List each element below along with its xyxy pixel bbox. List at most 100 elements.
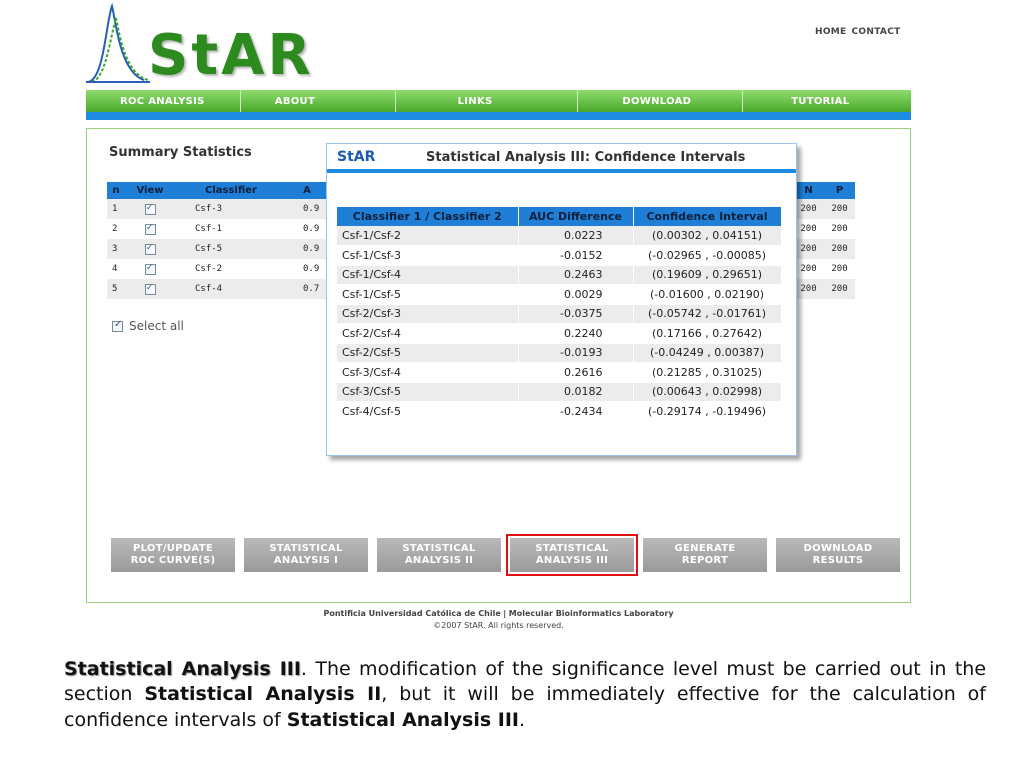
ci-interval: (0.19609 , 0.29651) [633,265,782,285]
ci-pair: Csf-1/Csf-5 [337,284,519,305]
contact-link[interactable]: CONTACT [852,27,901,37]
slide-caption: Statistical Analysis III. The modificati… [64,657,986,733]
ci-pair: Csf-1/Csf-4 [337,265,519,285]
select-all[interactable]: Select all [112,319,184,333]
ci-pair: Csf-2/Csf-4 [337,323,519,344]
home-link[interactable]: HOME [815,27,847,37]
popup-brand: StAR [337,149,376,165]
table-row: Csf-3/Csf-4 0.2616 (0.21285 , 0.31025) [337,362,782,383]
col-view: View [125,182,175,199]
row-P: 200 [831,224,848,234]
col-P: P [824,182,855,199]
ci-diff: -0.0375 [518,304,634,324]
nav-download[interactable]: DOWNLOAD [578,90,744,112]
nav-links[interactable]: LINKS [396,90,579,112]
ci-interval: (-0.01600 , 0.02190) [633,284,782,305]
ci-interval: (0.17166 , 0.27642) [633,323,782,344]
statistical-analysis-2-button[interactable]: STATISTICAL ANALYSIS II [377,538,501,572]
view-checkbox[interactable] [144,282,156,295]
nav-stripe [86,112,911,120]
summary-table: n View Classifier A 1 Csf-3 0.9 2 Csf-1 … [107,182,327,299]
table-row: 200 200 [793,199,855,219]
ci-interval: (0.00302 , 0.04151) [633,226,782,246]
nav-about[interactable]: ABOUT [241,90,396,112]
table-row: 200 200 [793,279,855,299]
row-P: 200 [831,264,848,274]
ci-interval: (0.21285 , 0.31025) [633,362,782,383]
row-n: 4 [112,264,118,274]
row-N: 200 [800,224,817,234]
row-N: 200 [800,264,817,274]
caption-title: Statistical Analysis III [64,658,301,680]
col-N: N [793,182,824,199]
ci-pair: Csf-2/Csf-3 [337,304,519,324]
row-N: 200 [793,199,824,219]
table-row: Csf-2/Csf-3 -0.0375 (-0.05742 , -0.01761) [337,304,782,324]
ci-pair: Csf-1/Csf-2 [337,226,519,246]
table-row: 200 200 [793,259,855,279]
table-row: Csf-4/Csf-5 -0.2434 (-0.29174 , -0.19496) [337,401,782,422]
row-n: 5 [107,279,125,299]
table-row: 4 Csf-2 0.9 [107,259,327,279]
view-checkbox[interactable] [144,242,156,255]
download-results-button[interactable]: DOWNLOAD RESULTS [776,538,900,572]
table-row: Csf-1/Csf-5 0.0029 (-0.01600 , 0.02190) [337,284,782,305]
table-row: 3 Csf-5 0.9 [107,239,327,259]
generate-report-button[interactable]: GENERATE REPORT [643,538,767,572]
summary-table-right: N P 200 200 200 200 200 200 200 200 200 200 [793,182,855,299]
ci-interval: (0.00643 , 0.02998) [633,382,782,402]
action-buttons: PLOT/UPDATE ROC CURVE(S) STATISTICAL ANA… [111,534,900,576]
table-row: Csf-1/Csf-2 0.0223 (0.00302 , 0.04151) [337,226,782,246]
confidence-interval-table: Classifier 1 / Classifier 2 AUC Differen… [337,207,782,422]
ci-pair: Csf-2/Csf-5 [337,343,519,363]
table-row: 200 200 [793,239,855,259]
popup-header: StAR Statistical Analysis III: Confidenc… [327,144,796,173]
statistical-analysis-3-button[interactable]: STATISTICAL ANALYSIS III [506,534,638,576]
caption-text-3: . [518,708,526,731]
plot-update-roc-button[interactable]: PLOT/UPDATE ROC CURVE(S) [111,538,235,572]
table-row: Csf-2/Csf-4 0.2240 (0.17166 , 0.27642) [337,323,782,344]
ci-diff: -0.2434 [518,401,634,422]
summary-title: Summary Statistics [109,145,252,160]
col-n: n [107,182,125,199]
footer-lab: Molecular Bioinformatics Laboratory [508,609,674,618]
view-checkbox[interactable] [144,262,156,275]
row-auc: 0.9 [303,224,320,234]
col-confidence-interval: Confidence Interval [633,207,782,226]
table-row: Csf-3/Csf-5 0.0182 (0.00643 , 0.02998) [337,382,782,402]
select-all-checkbox[interactable] [112,319,123,332]
row-n: 1 [107,199,125,219]
ci-pair: Csf-1/Csf-3 [337,245,519,266]
view-checkbox[interactable] [144,202,156,215]
footer-copyright: ©2007 StAR. All rights reserved. [433,621,564,630]
table-row: Csf-1/Csf-3 -0.0152 (-0.02965 , -0.00085) [337,245,782,266]
ci-diff: -0.0193 [518,343,634,363]
row-auc: 0.9 [287,239,327,259]
view-checkbox[interactable] [144,222,156,235]
row-classifier: Csf-4 [175,279,287,299]
row-n: 3 [107,239,125,259]
select-all-label: Select all [129,319,184,333]
ci-diff: 0.2616 [518,362,634,383]
popup-title: Statistical Analysis III: Confidence Int… [426,150,746,165]
ci-interval: (-0.04249 , 0.00387) [633,343,782,363]
row-classifier: Csf-2 [195,264,223,274]
confidence-intervals-popup: StAR Statistical Analysis III: Confidenc… [326,143,797,456]
logo-text: StAR [148,23,314,88]
nav-tutorial[interactable]: TUTORIAL [743,90,911,112]
col-classifier-pair: Classifier 1 / Classifier 2 [337,207,519,226]
row-P: 200 [824,239,855,259]
caption-bold-1: Statistical Analysis II [144,683,382,706]
footer-sep: | [503,609,507,618]
row-P: 200 [824,199,855,219]
ci-pair: Csf-3/Csf-4 [337,362,519,383]
row-auc: 0.9 [303,264,320,274]
nav-roc-analysis[interactable]: ROC ANALYSIS [86,90,241,112]
row-P: 200 [824,279,855,299]
table-row: 5 Csf-4 0.7 [107,279,327,299]
statistical-analysis-1-button[interactable]: STATISTICAL ANALYSIS I [244,538,368,572]
ci-interval: (-0.29174 , -0.19496) [633,401,782,422]
star-logo[interactable]: StAR [86,2,326,86]
ci-interval: (-0.02965 , -0.00085) [633,245,782,266]
table-row: 1 Csf-3 0.9 [107,199,327,219]
